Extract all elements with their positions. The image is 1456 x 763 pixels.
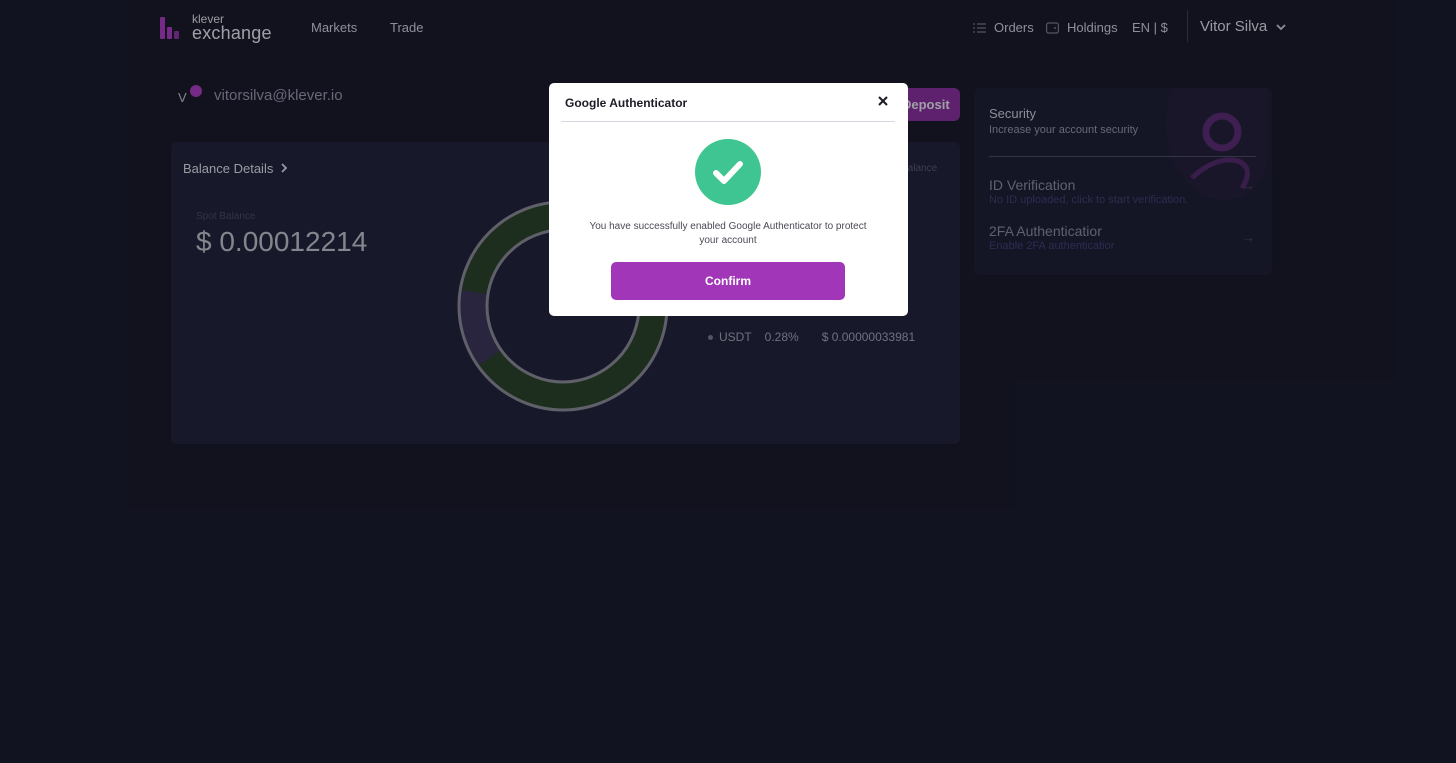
modal-message: You have successfully enabled Google Aut…	[589, 221, 867, 246]
modal-title: Google Authenticator	[565, 96, 688, 110]
google-authenticator-modal: Google Authenticator You have successful…	[549, 83, 908, 316]
confirm-button[interactable]: Confirm	[611, 262, 845, 300]
success-check-icon	[695, 139, 761, 205]
close-icon[interactable]	[875, 93, 891, 109]
modal-divider	[561, 121, 895, 122]
